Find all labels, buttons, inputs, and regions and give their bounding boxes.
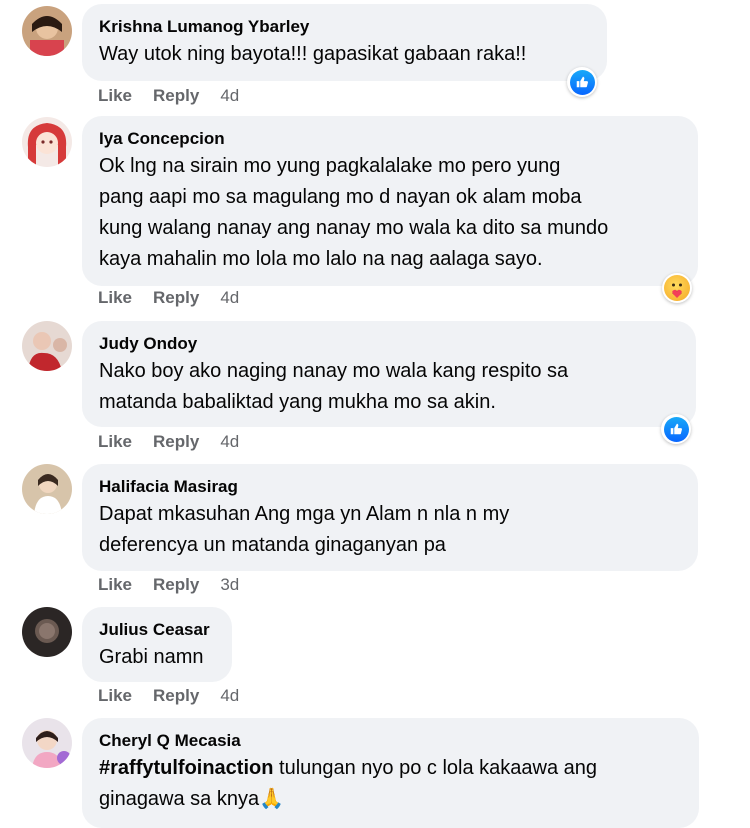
avatar[interactable] xyxy=(22,6,72,56)
comment-author[interactable]: Halifacia Masirag xyxy=(99,476,680,498)
comment-bubble: Halifacia Masirag Dapat mkasuhan Ang mga… xyxy=(82,464,698,571)
comment-bubble: Julius Ceasar Grabi namn xyxy=(82,607,232,682)
comment-actions: Like Reply 4d xyxy=(98,686,239,706)
comment-text: Nako boy ako naging nanay mo wala kang r… xyxy=(99,360,569,413)
comment-author[interactable]: Iya Concepcion xyxy=(99,128,680,150)
comment-actions: Like Reply 4d xyxy=(98,86,239,106)
comment-bubble: Judy Ondoy Nako boy ako naging nanay mo … xyxy=(82,321,696,427)
reply-button[interactable]: Reply xyxy=(153,86,199,106)
reply-button[interactable]: Reply xyxy=(153,575,199,595)
comment-text: Ok lng na sirain mo yung pagkalalake mo … xyxy=(99,155,609,270)
comment-actions: Like Reply 3d xyxy=(98,575,239,595)
reply-button[interactable]: Reply xyxy=(153,432,199,452)
comment-actions: Like Reply 4d xyxy=(98,432,239,452)
avatar[interactable] xyxy=(22,607,72,657)
comment-timestamp[interactable]: 4d xyxy=(220,86,239,106)
like-icon xyxy=(569,69,595,95)
reaction-badge[interactable] xyxy=(662,273,692,303)
comment-bubble: Krishna Lumanog Ybarley Way utok ning ba… xyxy=(82,4,607,81)
care-icon xyxy=(664,275,690,301)
comment-author[interactable]: Julius Ceasar xyxy=(99,619,214,641)
reaction-badge[interactable] xyxy=(661,414,691,444)
reply-button[interactable]: Reply xyxy=(153,288,199,308)
like-button[interactable]: Like xyxy=(98,432,132,452)
like-button[interactable]: Like xyxy=(98,86,132,106)
comment-text: Dapat mkasuhan Ang mga yn Alam n nla n m… xyxy=(99,503,510,556)
comment-author[interactable]: Judy Ondoy xyxy=(99,333,678,355)
reply-button[interactable]: Reply xyxy=(153,686,199,706)
comment-text: #raffytulfoinaction tulungan nyo po c lo… xyxy=(99,757,598,810)
avatar[interactable] xyxy=(22,718,72,768)
comment-text: Way utok ning bayota!!! gapasikat gabaan… xyxy=(99,43,527,65)
comment-timestamp[interactable]: 3d xyxy=(220,575,239,595)
like-button[interactable]: Like xyxy=(98,288,132,308)
reaction-badge[interactable] xyxy=(567,67,597,97)
comment-timestamp[interactable]: 4d xyxy=(220,432,239,452)
comment-bubble: Cheryl Q Mecasia #raffytulfoinaction tul… xyxy=(82,718,699,828)
hashtag-link[interactable]: #raffytulfoinaction xyxy=(99,757,273,779)
avatar[interactable] xyxy=(22,464,72,514)
like-icon xyxy=(663,416,689,442)
comment-author[interactable]: Cheryl Q Mecasia xyxy=(99,730,681,752)
comment-actions: Like Reply 4d xyxy=(98,288,239,308)
comment-timestamp[interactable]: 4d xyxy=(220,288,239,308)
avatar[interactable] xyxy=(22,117,72,167)
like-button[interactable]: Like xyxy=(98,686,132,706)
comment-text: Grabi namn xyxy=(99,646,204,668)
comment-author[interactable]: Krishna Lumanog Ybarley xyxy=(99,16,589,38)
comment-timestamp[interactable]: 4d xyxy=(220,686,239,706)
avatar[interactable] xyxy=(22,321,72,371)
like-button[interactable]: Like xyxy=(98,575,132,595)
comment-bubble: Iya Concepcion Ok lng na sirain mo yung … xyxy=(82,116,698,286)
